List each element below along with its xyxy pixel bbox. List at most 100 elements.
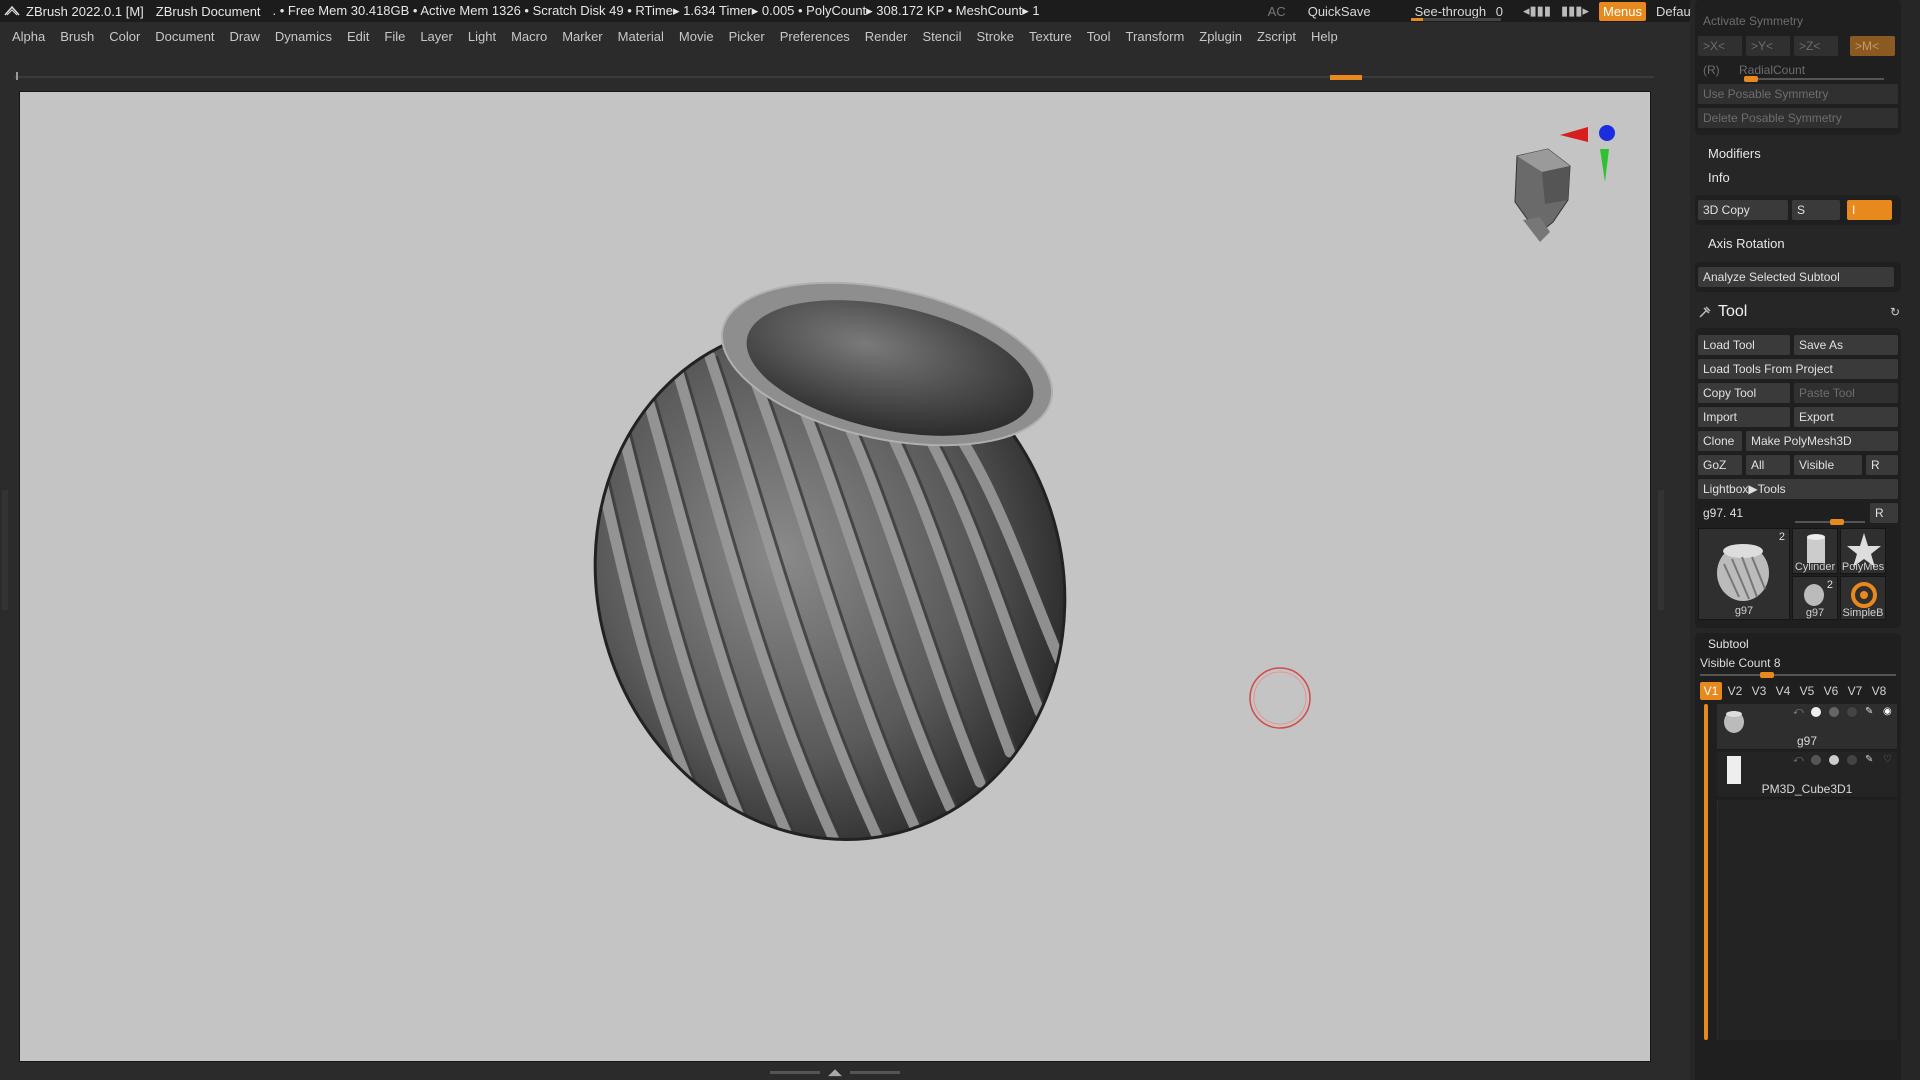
ac-toggle[interactable]: AC [1268, 4, 1286, 19]
menu-movie[interactable]: Movie [679, 29, 714, 44]
subtool-arrow-icon[interactable]: ⤺ [1793, 707, 1804, 717]
subtool-item-g97[interactable]: ⤺ ✎ ◉ g97 [1717, 704, 1897, 750]
menu-texture[interactable]: Texture [1029, 29, 1072, 44]
subtool-tab-v3[interactable]: V3 [1748, 682, 1770, 700]
goz-all-button[interactable]: All [1746, 455, 1790, 475]
subtool-tab-v8[interactable]: V8 [1868, 682, 1890, 700]
shelf-marker[interactable] [1330, 75, 1362, 80]
subtool-brush-icon[interactable]: ✎ [1865, 755, 1875, 765]
menu-draw[interactable]: Draw [230, 29, 260, 44]
subtool-eye-icon[interactable]: ◉ [1883, 707, 1893, 717]
subtool-dynamics-icon[interactable] [1847, 707, 1857, 717]
menu-zplugin[interactable]: Zplugin [1199, 29, 1242, 44]
info-header[interactable]: Info [1708, 170, 1730, 185]
import-button[interactable]: Import [1698, 407, 1790, 427]
goz-visible-button[interactable]: Visible [1794, 455, 1862, 475]
subtool-tab-v5[interactable]: V5 [1796, 682, 1818, 700]
symmetry-m-button[interactable]: >M< [1850, 36, 1895, 56]
use-posable-symmetry-button[interactable]: Use Posable Symmetry [1698, 84, 1898, 104]
navigation-head-gizmo[interactable] [1514, 148, 1571, 242]
tool-pin-icon[interactable] [1698, 305, 1712, 319]
tool-thumb-polymesh[interactable]: PolyMes [1840, 528, 1886, 574]
menus-toggle-button[interactable]: Menus [1599, 1, 1647, 21]
menu-light[interactable]: Light [468, 29, 496, 44]
save-as-button[interactable]: Save As [1794, 335, 1898, 355]
menu-edit[interactable]: Edit [347, 29, 369, 44]
lightbox-tools-button[interactable]: Lightbox▶Tools [1698, 479, 1898, 499]
subtool-tab-v1[interactable]: V1 [1700, 682, 1722, 700]
load-tool-button[interactable]: Load Tool [1698, 335, 1790, 355]
modifiers-header[interactable]: Modifiers [1708, 146, 1761, 161]
menu-picker[interactable]: Picker [729, 29, 765, 44]
menu-alpha[interactable]: Alpha [12, 29, 45, 44]
tool-thumb-cylinder[interactable]: Cylinder [1792, 528, 1838, 574]
bottom-shelf-handle[interactable]: ◢◣ [770, 1068, 900, 1077]
symmetry-y-button[interactable]: >Y< [1746, 36, 1790, 56]
tray-arrows-right-icon[interactable]: ▮▮▮▸ [1561, 3, 1589, 19]
subtool-tab-v6[interactable]: V6 [1820, 682, 1842, 700]
menu-material[interactable]: Material [618, 29, 664, 44]
subtool-item-pm3d-cube3d1[interactable]: ⤺ ✎ ♡ PM3D_Cube3D1 [1717, 752, 1897, 798]
paste-tool-button[interactable]: Paste Tool [1794, 383, 1898, 403]
copy3d-button[interactable]: 3D Copy [1698, 200, 1788, 220]
clone-button[interactable]: Clone [1698, 431, 1742, 451]
subtool-material-icon[interactable] [1829, 755, 1839, 765]
radial-count-slider[interactable]: RadialCount [1734, 60, 1898, 80]
menu-preferences[interactable]: Preferences [780, 29, 850, 44]
menu-stencil[interactable]: Stencil [922, 29, 961, 44]
tray-arrows-icon[interactable]: ◂▮▮▮ [1523, 3, 1551, 19]
subtool-polypaint-icon[interactable] [1811, 755, 1821, 765]
visible-count-slider[interactable]: Visible Count 8 [1700, 656, 1781, 670]
make-polymesh3d-button[interactable]: Make PolyMesh3D [1746, 431, 1898, 451]
vase-mesh[interactable] [525, 256, 1131, 901]
goz-r-button[interactable]: R [1866, 455, 1898, 475]
menu-help[interactable]: Help [1311, 29, 1338, 44]
analyze-selected-subtool-button[interactable]: Analyze Selected Subtool [1698, 267, 1894, 287]
copy3d-s-button[interactable]: S [1792, 200, 1840, 220]
menu-color[interactable]: Color [109, 29, 140, 44]
menu-file[interactable]: File [384, 29, 405, 44]
menu-transform[interactable]: Transform [1126, 29, 1185, 44]
right-tray-handle[interactable] [1658, 490, 1664, 610]
quicksave-button[interactable]: QuickSave [1308, 4, 1371, 19]
see-through-slider[interactable]: See-through 0 [1410, 4, 1507, 21]
tool-thumb-g97-main[interactable]: 2 g97 [1698, 528, 1790, 620]
menu-tool[interactable]: Tool [1087, 29, 1111, 44]
goz-button[interactable]: GoZ [1698, 455, 1742, 475]
subtool-arrow-icon[interactable]: ⤺ [1793, 755, 1804, 765]
symmetry-z-button[interactable]: >Z< [1794, 36, 1838, 56]
load-tools-from-project-button[interactable]: Load Tools From Project [1698, 359, 1898, 379]
subtool-dynamics-icon[interactable] [1847, 755, 1857, 765]
subtool-scrollbar[interactable] [1704, 704, 1708, 1040]
subtool-tab-v7[interactable]: V7 [1844, 682, 1866, 700]
menu-stroke[interactable]: Stroke [976, 29, 1014, 44]
menu-render[interactable]: Render [865, 29, 908, 44]
menu-macro[interactable]: Macro [511, 29, 547, 44]
current-tool-r-button[interactable]: R [1870, 503, 1898, 523]
copy-tool-button[interactable]: Copy Tool [1698, 383, 1790, 403]
menu-document[interactable]: Document [155, 29, 214, 44]
tool-reset-icon[interactable]: ↻ [1890, 305, 1900, 319]
copy3d-i-button[interactable]: I [1847, 200, 1892, 220]
subtool-polypaint-icon[interactable] [1811, 707, 1821, 717]
export-button[interactable]: Export [1794, 407, 1898, 427]
symmetry-x-button[interactable]: >X< [1698, 36, 1742, 56]
axis-rotation-header[interactable]: Axis Rotation [1708, 236, 1785, 251]
tool-palette-title[interactable]: Tool [1718, 303, 1747, 321]
subtool-eye-icon[interactable]: ♡ [1883, 755, 1893, 765]
delete-posable-symmetry-button[interactable]: Delete Posable Symmetry [1698, 108, 1898, 128]
canvas-viewport[interactable] [19, 91, 1651, 1062]
tool-thumb-simpleb[interactable]: SimpleB [1840, 576, 1886, 620]
activate-symmetry-button[interactable]: Activate Symmetry [1698, 14, 1898, 28]
menu-brush[interactable]: Brush [60, 29, 94, 44]
subtool-material-icon[interactable] [1829, 707, 1839, 717]
left-tray-handle[interactable] [2, 490, 8, 610]
subtool-header[interactable]: Subtool [1708, 637, 1749, 651]
menu-zscript[interactable]: Zscript [1257, 29, 1296, 44]
tool-thumb-g97-small[interactable]: 2 g97 [1792, 576, 1838, 620]
menu-layer[interactable]: Layer [420, 29, 453, 44]
subtool-tab-v2[interactable]: V2 [1724, 682, 1746, 700]
subtool-brush-icon[interactable]: ✎ [1865, 707, 1875, 717]
subtool-tab-v4[interactable]: V4 [1772, 682, 1794, 700]
menu-dynamics[interactable]: Dynamics [275, 29, 332, 44]
